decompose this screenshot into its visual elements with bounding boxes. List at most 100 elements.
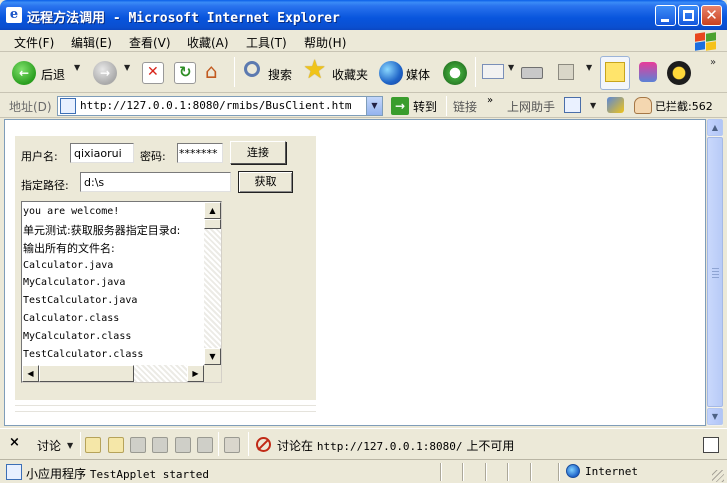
star-icon: ★ [303, 55, 327, 85]
back-dropdown-icon[interactable]: ▼ [74, 63, 80, 72]
page-divider [15, 405, 316, 406]
menu-help[interactable]: 帮助(H) [304, 34, 346, 51]
scroll-thumb[interactable] [707, 137, 723, 407]
connect-button[interactable]: 连接 [230, 141, 286, 164]
mail-button[interactable] [482, 59, 508, 87]
textarea-scroll-down-icon[interactable]: ▼ [204, 348, 221, 365]
menu-file[interactable]: 文件(F) [14, 34, 54, 51]
toolbar-overflow-icon[interactable]: » [710, 57, 716, 68]
helper-dropdown-icon[interactable]: ▼ [590, 101, 596, 110]
address-input[interactable]: http://127.0.0.1:8080/rmibs/BusClient.ht… [57, 96, 383, 116]
textarea-scroll-left-icon[interactable]: ◀ [22, 365, 39, 382]
links-chevron-icon[interactable]: » [487, 95, 493, 106]
address-url[interactable]: http://127.0.0.1:8080/rmibs/BusClient.ht… [80, 99, 352, 112]
fetch-button[interactable]: 获取 [238, 171, 293, 193]
eraser-icon[interactable] [607, 97, 624, 113]
search-button[interactable]: 搜索 [242, 59, 298, 87]
discuss-dropdown-icon[interactable]: ▼ [67, 441, 73, 450]
stop-button[interactable]: ✕ [142, 62, 164, 84]
password-label: 密码: [140, 150, 166, 163]
refresh-button[interactable]: ↻ [174, 62, 196, 84]
favorites-button[interactable]: ★ 收藏夹 [303, 55, 371, 87]
search-label: 搜索 [268, 68, 293, 82]
expand-discussion-icon[interactable] [130, 437, 146, 453]
close-icon: ✕ [705, 6, 718, 24]
password-input[interactable] [177, 143, 223, 163]
plugin-icon [667, 61, 691, 85]
popup-blocker-icon[interactable] [634, 97, 652, 114]
back-label: 后退 [41, 68, 66, 82]
reply-discussion-icon[interactable] [108, 437, 124, 453]
popup-blocked-count[interactable]: 已拦截:562 [655, 98, 713, 114]
resize-grip-icon[interactable] [712, 470, 724, 482]
textarea-scroll-right-icon[interactable]: ▶ [187, 365, 204, 382]
plugin-button[interactable] [667, 59, 691, 87]
favorites-label: 收藏夹 [332, 68, 369, 82]
minimize-button[interactable] [655, 5, 676, 26]
page-vertical-scrollbar[interactable]: ▲ ▼ [706, 119, 723, 426]
discuss-separator [80, 432, 81, 456]
mail-dropdown-icon[interactable]: ▼ [508, 63, 514, 72]
discuss-menu[interactable]: 讨论 [37, 437, 61, 454]
edit-button[interactable] [556, 59, 578, 87]
menu-favorites[interactable]: 收藏(A) [187, 34, 229, 51]
history-button[interactable] [443, 59, 469, 87]
menu-edit[interactable]: 编辑(E) [71, 34, 112, 51]
maximize-button[interactable] [678, 5, 699, 26]
next-discussion-icon[interactable] [197, 437, 213, 453]
edit-dropdown-icon[interactable]: ▼ [586, 63, 592, 72]
close-button[interactable]: ✕ [701, 5, 722, 26]
print-button[interactable] [519, 59, 547, 87]
stop-icon: ✕ [147, 64, 159, 80]
media-button[interactable]: 媒体 [378, 59, 434, 87]
search-icon [244, 61, 260, 77]
menu-tools[interactable]: 工具(T) [246, 34, 287, 51]
output-line: TestCalculator.java [23, 295, 138, 306]
status-divider [530, 463, 532, 481]
title-bar[interactable]: e 远程方法调用 - Microsoft Internet Explorer ✕ [0, 0, 727, 30]
textarea-horizontal-thumb[interactable] [39, 365, 134, 382]
mail-icon [482, 64, 504, 79]
insert-discussion-icon[interactable] [85, 437, 101, 453]
go-arrow-icon[interactable]: → [391, 97, 409, 115]
page-icon [60, 98, 76, 114]
textarea-scroll-up-icon[interactable]: ▲ [204, 202, 221, 219]
sticky-note-icon [605, 62, 625, 82]
scroll-down-button[interactable]: ▼ [707, 408, 723, 425]
forward-dropdown-icon[interactable]: ▼ [124, 63, 130, 72]
unavailable-icon [256, 437, 271, 452]
discuss-close-icon[interactable]: × [9, 435, 20, 450]
path-input[interactable] [80, 172, 231, 192]
textarea-vertical-thumb[interactable] [204, 219, 221, 229]
history-icon [443, 61, 467, 85]
helper-label[interactable]: 上网助手 [507, 98, 555, 115]
previous-discussion-icon[interactable] [175, 437, 191, 453]
notes-button[interactable] [600, 56, 630, 90]
back-button[interactable]: ← 后退 [8, 59, 68, 87]
checkbox-icon[interactable] [564, 97, 581, 113]
collapse-discussion-icon[interactable] [152, 437, 168, 453]
subscribe-icon[interactable] [224, 437, 240, 453]
internet-zone-icon [566, 464, 580, 478]
discuss-bar: × 讨论 ▼ 讨论在 http://127.0.0.1:8080/ 上不可用 [0, 428, 727, 458]
output-line: MyCalculator.class [23, 331, 132, 342]
address-dropdown-icon[interactable]: ▼ [366, 97, 382, 115]
output-textarea[interactable]: you are welcome! 单元测试:获取服务器指定目录d: 输出所有的文… [21, 201, 222, 383]
username-input[interactable] [70, 143, 134, 163]
links-label[interactable]: 链接 [453, 98, 477, 115]
minimize-icon [661, 19, 669, 22]
home-button[interactable]: ⌂ [204, 59, 226, 83]
menu-view[interactable]: 查看(V) [129, 34, 171, 51]
discuss-separator [218, 432, 219, 456]
go-button[interactable]: 转到 [413, 98, 437, 115]
toolbar-separator [234, 57, 235, 87]
windows-logo-icon [692, 31, 718, 51]
scroll-up-button[interactable]: ▲ [707, 119, 723, 136]
page-divider [15, 411, 316, 412]
messenger-button[interactable] [637, 59, 659, 87]
forward-button[interactable]: → [90, 59, 120, 87]
status-divider [485, 463, 487, 481]
discuss-settings-icon[interactable] [703, 437, 719, 453]
output-line: MyCalculator.java [23, 277, 126, 288]
status-divider [507, 463, 509, 481]
